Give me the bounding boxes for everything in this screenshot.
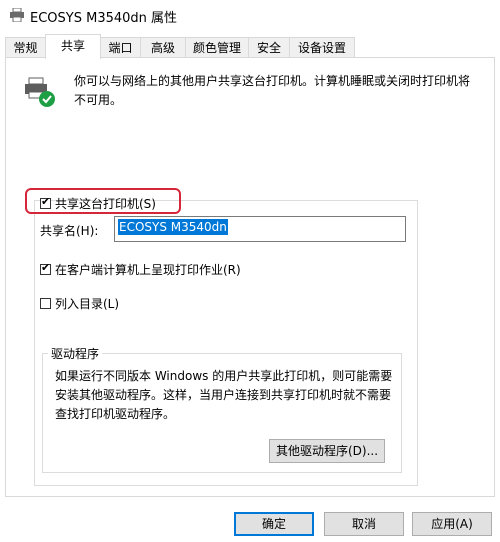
list-directory-label: 列入目录(L)	[55, 297, 120, 311]
render-client-checkbox-row[interactable]: ✔ 在客户端计算机上呈现打印作业(R)	[40, 261, 241, 278]
ok-button[interactable]: 确定	[234, 512, 314, 536]
tab-color-management[interactable]: 颜色管理	[185, 37, 249, 57]
tab-ports[interactable]: 端口	[100, 37, 141, 57]
other-drivers-button[interactable]: 其他驱动程序(D)...	[269, 439, 385, 463]
tab-advanced[interactable]: 高级	[140, 37, 186, 57]
printer-icon	[9, 7, 25, 23]
highlight-annotation	[25, 188, 181, 214]
tab-sharing[interactable]: 共享	[45, 34, 101, 59]
share-name-value: ECOSYS M3540dn	[118, 219, 228, 235]
tab-label: 常规	[13, 41, 38, 55]
render-client-label: 在客户端计算机上呈现打印作业(R)	[55, 263, 241, 277]
drivers-legend: 驱动程序	[48, 345, 103, 362]
list-directory-checkbox[interactable]	[40, 298, 51, 309]
title-bar: ECOSYS M3540dn 属性	[0, 0, 500, 30]
check-icon: ✔	[41, 261, 51, 274]
render-client-checkbox[interactable]: ✔	[40, 261, 51, 275]
tab-device-settings[interactable]: 设备设置	[289, 37, 355, 57]
tab-label: 端口	[108, 41, 133, 55]
sharing-info-text: 你可以与网络上的其他用户共享这台打印机。计算机睡眠或关闭时打印机将不可用。	[74, 74, 471, 107]
shared-printer-icon	[23, 75, 57, 109]
apply-button[interactable]: 应用(A)	[412, 512, 492, 536]
tab-label: 设备设置	[297, 41, 346, 55]
tab-label: 高级	[150, 41, 175, 55]
list-directory-checkbox-row[interactable]: 列入目录(L)	[40, 295, 119, 312]
tab-label: 颜色管理	[192, 41, 241, 55]
cancel-button[interactable]: 取消	[324, 512, 404, 536]
drivers-text: 如果运行不同版本 Windows 的用户共享此打印机，则可能需要安装其他驱动程序…	[55, 369, 393, 421]
tab-label: 共享	[60, 39, 85, 53]
share-name-input[interactable]: ECOSYS M3540dn	[114, 216, 406, 242]
tab-general[interactable]: 常规	[5, 37, 46, 57]
tab-label: 安全	[256, 41, 281, 55]
tab-bar: 常规 共享 端口 高级 颜色管理 安全 设备设置	[0, 34, 500, 59]
window-title: ECOSYS M3540dn 属性	[30, 11, 178, 26]
tab-security[interactable]: 安全	[248, 37, 290, 57]
share-name-label: 共享名(H):	[40, 224, 99, 238]
